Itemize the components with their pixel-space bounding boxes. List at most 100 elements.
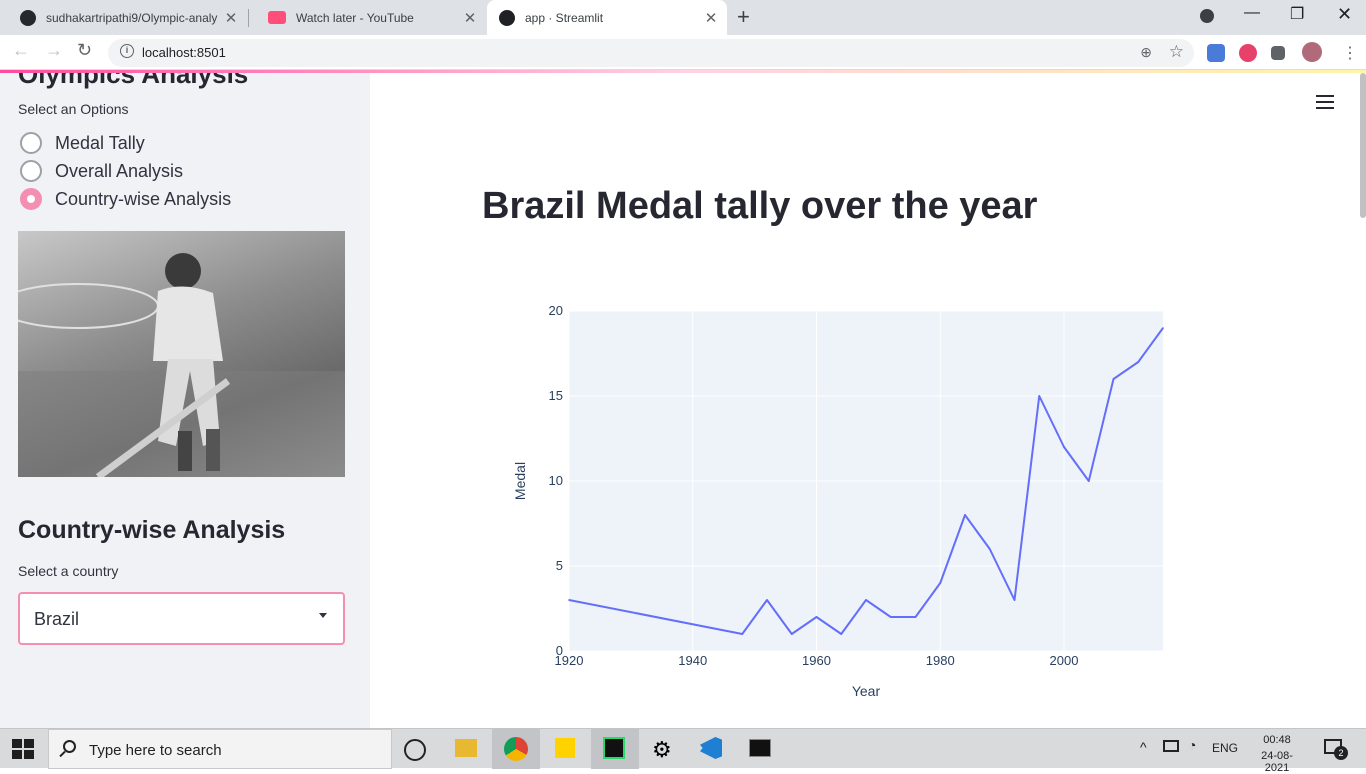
more-menu-icon[interactable]: ⋮ bbox=[1342, 43, 1358, 63]
data-point bbox=[1162, 327, 1164, 329]
taskbar-search-box[interactable]: Type here to search bbox=[48, 729, 392, 769]
language-indicator[interactable]: ENG bbox=[1212, 741, 1238, 755]
windows-start-icon[interactable] bbox=[12, 739, 34, 759]
back-icon[interactable]: ← bbox=[12, 40, 30, 61]
address-bar[interactable]: i localhost:8501 ⊕ ☆ bbox=[108, 39, 1194, 67]
clock-time: 00:48 bbox=[1263, 734, 1291, 746]
clock[interactable]: 00:48 24-08-2021 bbox=[1253, 734, 1301, 774]
y-tick-label: 20 bbox=[549, 303, 563, 318]
translate-extension-icon[interactable] bbox=[1207, 44, 1225, 62]
x-tick-label: 1920 bbox=[555, 653, 584, 668]
data-point bbox=[1112, 378, 1115, 380]
scrollbar[interactable] bbox=[1360, 73, 1366, 218]
new-tab-icon[interactable]: + bbox=[737, 4, 750, 30]
x-tick-label: 1940 bbox=[678, 653, 707, 668]
tab-title: Watch later - YouTube bbox=[296, 10, 414, 25]
radio-circle-selected-icon[interactable] bbox=[20, 188, 42, 210]
tab-streamlit[interactable]: app · Streamlit ✕ bbox=[487, 0, 727, 35]
x-tick-label: 1980 bbox=[926, 653, 955, 668]
section-title: Country-wise Analysis bbox=[18, 516, 286, 544]
notification-count: 2 bbox=[1334, 746, 1348, 760]
tab-github[interactable]: sudhakartripathi9/Olympic-analy ✕ bbox=[0, 0, 247, 35]
sticky-notes-icon[interactable] bbox=[555, 738, 575, 758]
data-point bbox=[1038, 395, 1041, 397]
data-point bbox=[1087, 480, 1090, 482]
reload-icon[interactable]: ↻ bbox=[77, 40, 92, 61]
country-select[interactable]: Brazil bbox=[18, 592, 345, 645]
wifi-icon[interactable]: ◔ bbox=[1188, 737, 1196, 753]
x-tick-label: 1960 bbox=[802, 653, 831, 668]
radio-country-wise-analysis[interactable]: Country-wise Analysis bbox=[20, 188, 231, 210]
hamburger-menu-icon[interactable] bbox=[1316, 95, 1334, 109]
terminal-icon[interactable] bbox=[749, 739, 771, 757]
medal-line-chart: 051015201920 1940 1960 1980 2000YearMedal bbox=[512, 303, 1164, 699]
data-point bbox=[939, 582, 942, 584]
tray-chevron-up-icon[interactable]: ^ bbox=[1140, 739, 1147, 755]
github-icon bbox=[20, 9, 36, 26]
search-placeholder: Type here to search bbox=[89, 742, 222, 759]
task-view-icon[interactable] bbox=[404, 739, 426, 761]
tab-title: app · Streamlit bbox=[525, 10, 604, 25]
x-axis-label: Year bbox=[852, 683, 881, 699]
youtube-icon bbox=[268, 11, 286, 24]
tab-title: sudhakartripathi9/Olympic-analy bbox=[46, 10, 218, 25]
pycharm-icon[interactable] bbox=[603, 737, 625, 759]
chevron-down-icon[interactable] bbox=[319, 613, 327, 618]
extensions-puzzle-icon[interactable] bbox=[1271, 46, 1285, 60]
x-tick-label: 2000 bbox=[1050, 653, 1079, 668]
close-window-icon[interactable]: ✕ bbox=[1337, 4, 1352, 25]
close-tab-icon[interactable]: ✕ bbox=[223, 9, 239, 27]
y-tick-label: 5 bbox=[556, 558, 563, 573]
clock-date: 24-08-2021 bbox=[1261, 750, 1293, 774]
forward-icon[interactable]: → bbox=[45, 40, 63, 61]
data-point bbox=[988, 548, 991, 550]
data-point bbox=[964, 514, 966, 516]
sidebar: Olympics Analysis Select an Options Meda… bbox=[0, 73, 370, 728]
y-tick-label: 10 bbox=[549, 473, 563, 488]
data-point bbox=[568, 599, 570, 601]
radio-overall-analysis[interactable]: Overall Analysis bbox=[20, 160, 183, 182]
sidebar-title: Olympics Analysis bbox=[18, 73, 249, 89]
data-point bbox=[889, 616, 892, 618]
close-tab-icon[interactable]: ✕ bbox=[703, 9, 719, 27]
country-select-value: Brazil bbox=[34, 609, 80, 629]
browser-tab-strip: sudhakartripathi9/Olympic-analy ✕ Watch … bbox=[0, 0, 1366, 35]
data-point bbox=[840, 633, 843, 635]
radio-label: Medal Tally bbox=[55, 132, 145, 153]
close-tab-icon[interactable]: ✕ bbox=[462, 9, 478, 27]
extension-icon[interactable] bbox=[1239, 44, 1257, 62]
vscode-icon[interactable] bbox=[700, 737, 722, 759]
data-point bbox=[766, 599, 768, 601]
battery-icon[interactable] bbox=[1163, 740, 1179, 752]
bookmark-star-icon[interactable]: ☆ bbox=[1169, 42, 1184, 62]
windows-taskbar: Type here to search ⚙ ^ ◔ ENG 00:48 24-0… bbox=[0, 728, 1366, 774]
main-content: Brazil Medal tally over the year 0 5 10 15 2… bbox=[370, 73, 1366, 728]
data-point bbox=[741, 633, 744, 635]
streamlit-icon bbox=[499, 9, 515, 26]
data-point bbox=[790, 633, 793, 635]
y-axis-label: Medal bbox=[512, 462, 528, 500]
radio-circle-icon[interactable] bbox=[20, 160, 42, 182]
page-title: Brazil Medal tally over the year bbox=[482, 185, 1038, 227]
radio-label: Country-wise Analysis bbox=[55, 188, 232, 209]
tab-search-icon[interactable] bbox=[1200, 9, 1214, 23]
search-icon bbox=[63, 740, 76, 753]
data-point bbox=[815, 616, 818, 618]
data-point bbox=[1063, 446, 1065, 448]
settings-gear-icon[interactable]: ⚙ bbox=[652, 737, 680, 765]
radio-circle-icon[interactable] bbox=[20, 132, 42, 154]
file-explorer-icon[interactable] bbox=[455, 739, 477, 757]
profile-avatar[interactable] bbox=[1302, 42, 1322, 62]
radio-label: Overall Analysis bbox=[55, 160, 184, 181]
url-text: localhost:8501 bbox=[142, 45, 226, 60]
restore-icon[interactable]: ❐ bbox=[1290, 4, 1304, 24]
site-info-icon[interactable]: i bbox=[120, 44, 134, 58]
browser-toolbar: ← → ↻ i localhost:8501 ⊕ ☆ ⋮ bbox=[0, 35, 1366, 70]
minimize-icon[interactable]: — bbox=[1244, 4, 1260, 22]
zoom-icon[interactable]: ⊕ bbox=[1140, 44, 1152, 61]
tab-youtube[interactable]: Watch later - YouTube ✕ bbox=[248, 0, 486, 35]
chrome-icon[interactable] bbox=[504, 737, 528, 761]
notification-center-icon[interactable]: 2 bbox=[1324, 739, 1348, 760]
hockey-player-photo bbox=[18, 231, 345, 477]
radio-medal-tally[interactable]: Medal Tally bbox=[20, 132, 145, 154]
